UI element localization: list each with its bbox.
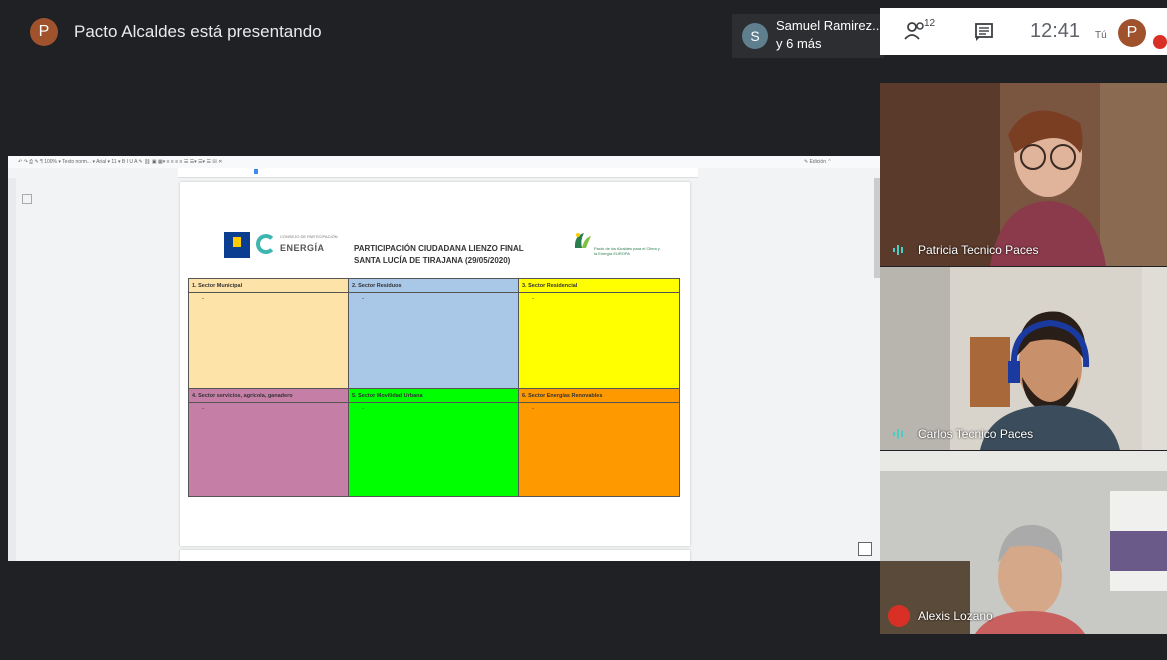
meet-window: P Pacto Alcaldes está presentando S Samu…	[0, 0, 1167, 660]
sector-label: 4. Sector servicios, agrícola, ganadero	[189, 389, 348, 403]
self-avatar[interactable]: P	[1118, 19, 1146, 47]
explore-icon[interactable]	[858, 542, 872, 556]
sector-label: 5. Sector Movilidad Urbana	[349, 389, 518, 403]
sector-cell[interactable]: 1. Sector Municipal -	[188, 278, 349, 389]
sector-cell[interactable]: 6. Sector Energías Renovables -	[518, 388, 680, 497]
canvas-grid: 1. Sector Municipal - 2. Sector Residuos…	[188, 278, 680, 497]
sector-cell[interactable]: 2. Sector Residuos -	[348, 278, 519, 389]
sector-label: 3. Sector Residencial	[519, 279, 679, 293]
speaking-indicator-icon	[893, 429, 903, 439]
video-tile[interactable]: Carlos Tecnico Paces	[880, 267, 1167, 450]
participant-name: Alexis Lozano	[918, 609, 993, 623]
mic-off-icon	[888, 605, 910, 627]
pacto-logo-icon	[574, 233, 591, 248]
doc-edit-mode[interactable]: ✎ Edición ⌃	[804, 156, 832, 168]
sector-cell[interactable]: 3. Sector Residencial -	[518, 278, 680, 389]
sector-bullet: -	[202, 406, 204, 412]
clock: 12:41	[1030, 20, 1081, 42]
energia-logo-subtitle: CONSEJO DE PARTICIPACIÓN	[280, 234, 338, 239]
participant-name: Patricia Tecnico Paces	[918, 243, 1039, 257]
sector-cell[interactable]: 4. Sector servicios, agrícola, ganadero …	[188, 388, 349, 497]
sector-bullet: -	[362, 406, 364, 412]
sector-bullet: -	[362, 296, 364, 302]
sector-cell[interactable]: 5. Sector Movilidad Urbana -	[348, 388, 519, 497]
ruler-indent-marker[interactable]	[254, 169, 258, 174]
doc-toolbar-buttons[interactable]: ↶ ↷ ⎙ ✎ ¶ 100% ▾ Texto norm... ▾ Arial ▾…	[18, 159, 222, 165]
sector-label: 6. Sector Energías Renovables	[519, 389, 679, 403]
participants-more: y 6 más	[776, 36, 822, 51]
participant-video	[880, 267, 1167, 450]
participant-name: Carlos Tecnico Paces	[918, 427, 1034, 441]
bottom-bar	[0, 634, 1167, 660]
cabildo-logo	[224, 232, 250, 258]
vertical-ruler	[8, 178, 16, 561]
doc-ruler[interactable]	[178, 168, 698, 178]
doc-toolbar[interactable]: ↶ ↷ ⎙ ✎ ¶ 100% ▾ Texto norm... ▾ Arial ▾…	[8, 156, 880, 168]
presenter-avatar: P	[30, 18, 58, 46]
people-count: 12	[924, 18, 936, 29]
speaking-indicator-icon	[893, 245, 903, 255]
mic-off-icon	[1153, 35, 1167, 49]
participant-video	[880, 83, 1167, 266]
doc-title-line-1: PARTICIPACIÓN CIUDADANA LIENZO FINAL	[354, 244, 524, 253]
video-tile[interactable]: Patricia Tecnico Paces	[880, 83, 1167, 266]
sector-bullet: -	[202, 296, 204, 302]
doc-page: CONSEJO DE PARTICIPACIÓN ENERGÍA PARTICI…	[180, 182, 690, 546]
participant-avatar: S	[742, 23, 768, 49]
presenter-bar: P Pacto Alcaldes está presentando S Samu…	[8, 8, 884, 58]
doc-page-next	[180, 550, 690, 561]
chat-icon[interactable]	[974, 22, 994, 42]
presenter-label: Pacto Alcaldes está presentando	[74, 22, 322, 41]
coat-of-arms-icon	[233, 237, 241, 247]
participants-name: Samuel Ramirez...	[776, 18, 883, 33]
shared-screen: ↶ ↷ ⎙ ✎ ¶ 100% ▾ Texto norm... ▾ Arial ▾…	[8, 156, 880, 561]
sector-bullet: -	[532, 296, 534, 302]
video-tile[interactable]: Alexis Lozano	[880, 451, 1167, 634]
energia-logo-text: ENERGÍA	[280, 243, 325, 253]
doc-title-line-2: SANTA LUCÍA DE TIRAJANA (29/05/2020)	[354, 256, 511, 265]
outline-icon[interactable]	[22, 194, 32, 204]
you-label: Tú	[1095, 30, 1107, 41]
sector-label: 1. Sector Municipal	[189, 279, 348, 293]
participants-chip[interactable]: S Samuel Ramirez... y 6 más	[732, 14, 884, 58]
pacto-logo-text: Pacto de los Alcaldes para el Clima y la…	[594, 246, 660, 256]
participant-video	[880, 451, 1167, 634]
sector-label: 2. Sector Residuos	[349, 279, 518, 293]
energia-logo-icon	[256, 234, 276, 254]
meeting-controls: 12 12:41 Tú P	[880, 8, 1167, 55]
sector-bullet: -	[532, 406, 534, 412]
